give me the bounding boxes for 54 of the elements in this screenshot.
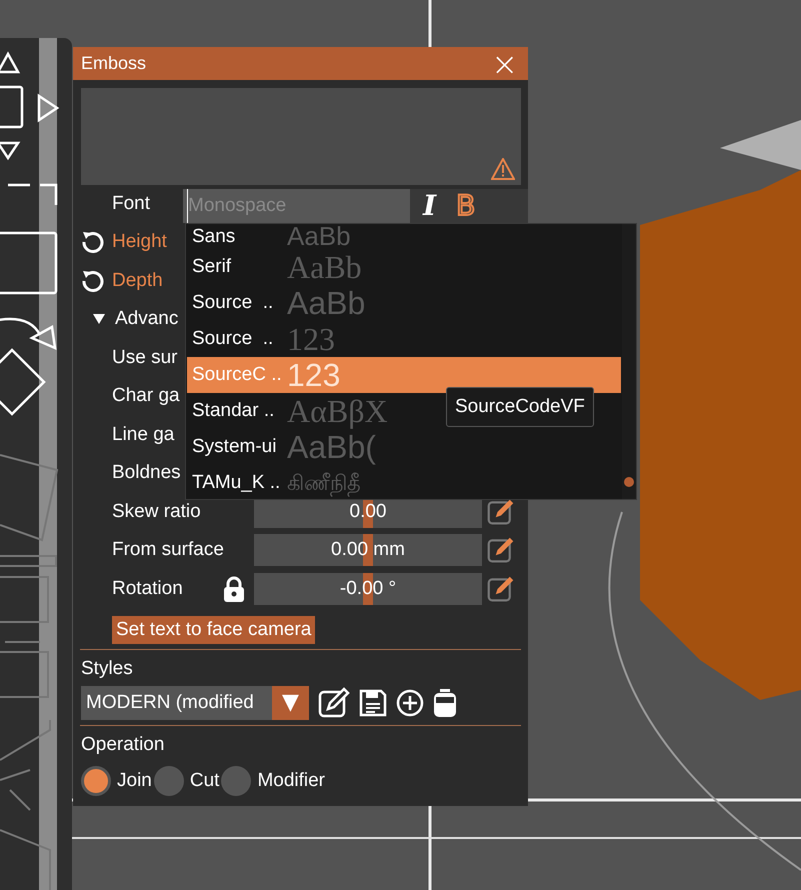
font-list-item[interactable]: Source .. 123 (187, 321, 335, 357)
radio-option[interactable]: Modifier (221, 766, 326, 796)
scale-icon[interactable] (0, 184, 58, 294)
font-list-item[interactable]: Sans AaBb (187, 224, 351, 249)
tooltip: SourceCodeVF (446, 387, 594, 427)
radio-button[interactable] (154, 766, 184, 796)
font-preview: 123 (287, 358, 340, 392)
move-icon[interactable] (0, 51, 60, 160)
property-label: Line ga (111, 424, 174, 446)
close-button[interactable]: × (487, 50, 522, 78)
property-label: Boldnes (111, 462, 181, 484)
delete-icon[interactable] (433, 688, 457, 718)
italic-toggle[interactable]: I (423, 191, 436, 221)
font-preview: AαBβX (287, 394, 388, 428)
add-icon[interactable] (396, 689, 424, 717)
font-preview: 123 (287, 322, 335, 356)
property-label: Depth (112, 270, 163, 292)
styles-label: Styles (80, 657, 134, 681)
rotate-icon[interactable] (0, 318, 57, 416)
property-label: Height (112, 231, 167, 254)
font-preview: AaBb (287, 224, 351, 249)
edit-icon[interactable] (318, 687, 350, 719)
property-label: Use sur (111, 346, 178, 369)
reset-icon[interactable] (80, 230, 104, 254)
font-list-item[interactable]: Standar .. AαBβX (187, 393, 388, 429)
property-label: Rotation (112, 578, 183, 600)
face-camera-button[interactable]: Set text to face camera (112, 616, 316, 644)
window-title: Emboss (81, 53, 146, 74)
font-preview: AaBb (287, 286, 366, 320)
lock-icon[interactable] (223, 576, 245, 602)
radio-option[interactable]: Cut (154, 766, 220, 796)
save-icon[interactable] (359, 689, 387, 717)
property-label: Skew ratio (112, 500, 201, 523)
font-list-item[interactable]: System-ui AaBb( (187, 429, 376, 465)
edit-icon[interactable] (487, 498, 515, 526)
operation-label: Operation (80, 733, 166, 757)
property-label: Char ga (111, 385, 180, 408)
radio-option[interactable]: Join (81, 766, 152, 796)
property-label: From surface (112, 539, 224, 562)
scroll-thumb[interactable] (624, 477, 634, 487)
styles-dropdown[interactable]: MODERN (modified ▼ (81, 686, 309, 720)
radio-button[interactable] (221, 766, 252, 796)
font-list-item[interactable]: Source .. AaBb (187, 285, 366, 321)
text-input-field[interactable] (81, 88, 521, 185)
font-list-item[interactable]: Serif AaBb (187, 249, 362, 285)
advanced-toggle[interactable]: Advanc (80, 308, 178, 330)
scrollbar[interactable] (622, 224, 636, 499)
font-preview: AaBb( (287, 430, 376, 464)
bold-toggle[interactable]: B (456, 191, 476, 221)
warning-icon (491, 158, 515, 180)
font-label: Font (112, 193, 150, 215)
radio-button[interactable] (81, 766, 111, 796)
font-preview: AaBb (287, 250, 362, 284)
reset-icon[interactable] (80, 268, 104, 293)
